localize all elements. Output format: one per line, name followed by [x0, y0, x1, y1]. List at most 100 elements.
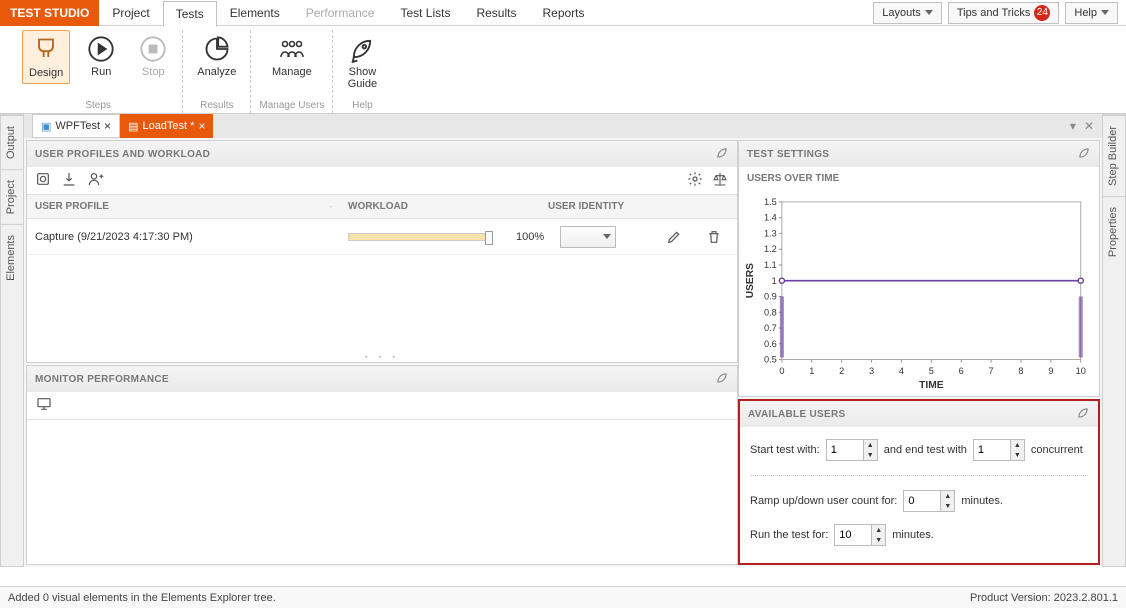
- menu-tab-reports[interactable]: Reports: [529, 0, 597, 26]
- svg-text:6: 6: [959, 366, 964, 376]
- layouts-button[interactable]: Layouts: [873, 2, 942, 24]
- chevron-down-icon: [925, 10, 933, 15]
- spin-down-icon[interactable]: ▼: [864, 450, 877, 460]
- delete-icon[interactable]: [699, 222, 729, 252]
- available-users-panel: AVAILABLE USERS Start test with: ▲▼ and …: [738, 399, 1100, 565]
- main-menu-bar: TEST STUDIO Project Tests Elements Perfo…: [0, 0, 1126, 26]
- menu-tab-elements[interactable]: Elements: [217, 0, 293, 26]
- svg-text:0.5: 0.5: [764, 355, 777, 365]
- doc-tab-label: LoadTest *: [142, 120, 194, 132]
- close-all-icon[interactable]: ✕: [1084, 119, 1094, 133]
- left-side-tabs: Output Project Elements: [0, 114, 24, 567]
- col-profile: USER PROFILE: [27, 195, 322, 218]
- edit-icon[interactable]: [659, 222, 689, 252]
- doc-tab-loadtest[interactable]: ▤ LoadTest * ×: [120, 114, 213, 138]
- help-button[interactable]: Help: [1065, 2, 1118, 24]
- users-icon: [277, 34, 307, 64]
- tab-menu-icon[interactable]: ▾: [1070, 119, 1076, 133]
- svg-text:5: 5: [929, 366, 934, 376]
- run-input[interactable]: [835, 525, 871, 545]
- svg-text:2: 2: [839, 366, 844, 376]
- start-users-input[interactable]: [827, 440, 863, 460]
- app-brand: TEST STUDIO: [0, 0, 99, 26]
- close-icon[interactable]: ×: [198, 119, 205, 133]
- ribbon-guide-label1: Show: [349, 66, 377, 78]
- side-tab-project[interactable]: Project: [1, 169, 23, 224]
- workload-percent: 100%: [508, 231, 552, 243]
- run-stepper[interactable]: ▲▼: [834, 524, 886, 546]
- close-icon[interactable]: ×: [104, 119, 111, 133]
- ribbon-stop-button: Stop: [132, 30, 174, 84]
- ribbon-run-label: Run: [91, 66, 111, 78]
- import-icon[interactable]: [61, 171, 77, 190]
- test-settings-panel: TEST SETTINGS USERS OVER TIME 0.50.60.70…: [738, 140, 1100, 397]
- svg-text:3: 3: [869, 366, 874, 376]
- filter-icon[interactable]: [322, 195, 340, 218]
- ribbon-analyze-button[interactable]: Analyze: [191, 30, 242, 82]
- tips-button[interactable]: Tips and Tricks24: [948, 2, 1060, 24]
- balance-icon[interactable]: [711, 171, 729, 190]
- ribbon-group-results-caption: Results: [191, 100, 242, 113]
- svg-text:1.4: 1.4: [764, 213, 777, 223]
- rocket-icon[interactable]: [1076, 406, 1090, 423]
- svg-text:1.3: 1.3: [764, 229, 777, 239]
- piechart-icon: [202, 34, 232, 64]
- menu-tab-results[interactable]: Results: [463, 0, 529, 26]
- menu-tab-tests[interactable]: Tests: [163, 1, 217, 27]
- capture-icon[interactable]: [35, 171, 51, 190]
- gear-icon[interactable]: [687, 171, 703, 190]
- side-tab-elements[interactable]: Elements: [1, 224, 23, 291]
- side-tab-properties[interactable]: Properties: [1103, 196, 1125, 267]
- ribbon-analyze-label: Analyze: [197, 66, 236, 78]
- resize-handle[interactable]: • • •: [27, 352, 737, 362]
- spin-down-icon[interactable]: ▼: [1011, 450, 1024, 460]
- svg-text:1.2: 1.2: [764, 244, 777, 254]
- spin-up-icon[interactable]: ▲: [941, 491, 954, 501]
- user-profiles-panel: USER PROFILES AND WORKLOAD: [26, 140, 738, 363]
- ramp-stepper[interactable]: ▲▼: [903, 490, 955, 512]
- rocket-icon[interactable]: [715, 371, 729, 388]
- tips-label: Tips and Tricks: [957, 7, 1031, 19]
- end-users-stepper[interactable]: ▲▼: [973, 439, 1025, 461]
- user-add-icon[interactable]: [87, 171, 105, 190]
- spin-up-icon[interactable]: ▲: [872, 525, 885, 535]
- svg-text:1: 1: [809, 366, 814, 376]
- ramp-input[interactable]: [904, 491, 940, 511]
- identity-dropdown[interactable]: [560, 226, 616, 248]
- svg-text:1: 1: [772, 276, 777, 286]
- ribbon-guide-label2: Guide: [348, 78, 377, 90]
- workload-slider[interactable]: [348, 233, 488, 241]
- menu-tab-project[interactable]: Project: [99, 0, 162, 26]
- monitor-icon[interactable]: [35, 396, 53, 415]
- doc-tab-wpftest[interactable]: ▣ WPFTest ×: [32, 114, 120, 138]
- ribbon-guide-button[interactable]: Show Guide: [341, 30, 383, 94]
- end-users-input[interactable]: [974, 440, 1010, 460]
- rocket-icon[interactable]: [715, 146, 729, 163]
- spin-up-icon[interactable]: ▲: [864, 440, 877, 450]
- rocket-icon[interactable]: [1077, 146, 1091, 163]
- profile-row[interactable]: Capture (9/21/2023 4:17:30 PM) 100%: [27, 219, 737, 255]
- side-tab-step-builder[interactable]: Step Builder: [1103, 115, 1125, 196]
- chevron-down-icon: [603, 234, 611, 239]
- ribbon-run-button[interactable]: Run: [80, 30, 122, 84]
- main-area: ▣ WPFTest × ▤ LoadTest * × ▾ ✕ USER PROF…: [24, 114, 1102, 567]
- product-version: Product Version: 2023.2.801.1: [970, 592, 1118, 604]
- panel-title: USER PROFILES AND WORKLOAD: [35, 149, 210, 160]
- side-tab-output[interactable]: Output: [1, 115, 23, 169]
- col-identity: USER IDENTITY: [540, 195, 737, 218]
- doc-icon: ▣: [41, 120, 51, 133]
- ribbon-design-button[interactable]: Design: [22, 30, 70, 84]
- svg-text:9: 9: [1048, 366, 1053, 376]
- stop-icon: [138, 34, 168, 64]
- spin-down-icon[interactable]: ▼: [872, 535, 885, 545]
- svg-text:8: 8: [1018, 366, 1023, 376]
- start-users-stepper[interactable]: ▲▼: [826, 439, 878, 461]
- menu-tab-testlists[interactable]: Test Lists: [387, 0, 463, 26]
- ribbon-group-help-caption: Help: [341, 100, 383, 113]
- status-text: Added 0 visual elements in the Elements …: [8, 592, 276, 604]
- menu-tab-performance[interactable]: Performance: [293, 0, 388, 26]
- ribbon-manage-button[interactable]: Manage: [266, 30, 318, 82]
- spin-up-icon[interactable]: ▲: [1011, 440, 1024, 450]
- spin-down-icon[interactable]: ▼: [941, 501, 954, 511]
- users-over-time-chart: 0.50.60.70.80.911.11.21.31.41.5012345678…: [739, 190, 1099, 396]
